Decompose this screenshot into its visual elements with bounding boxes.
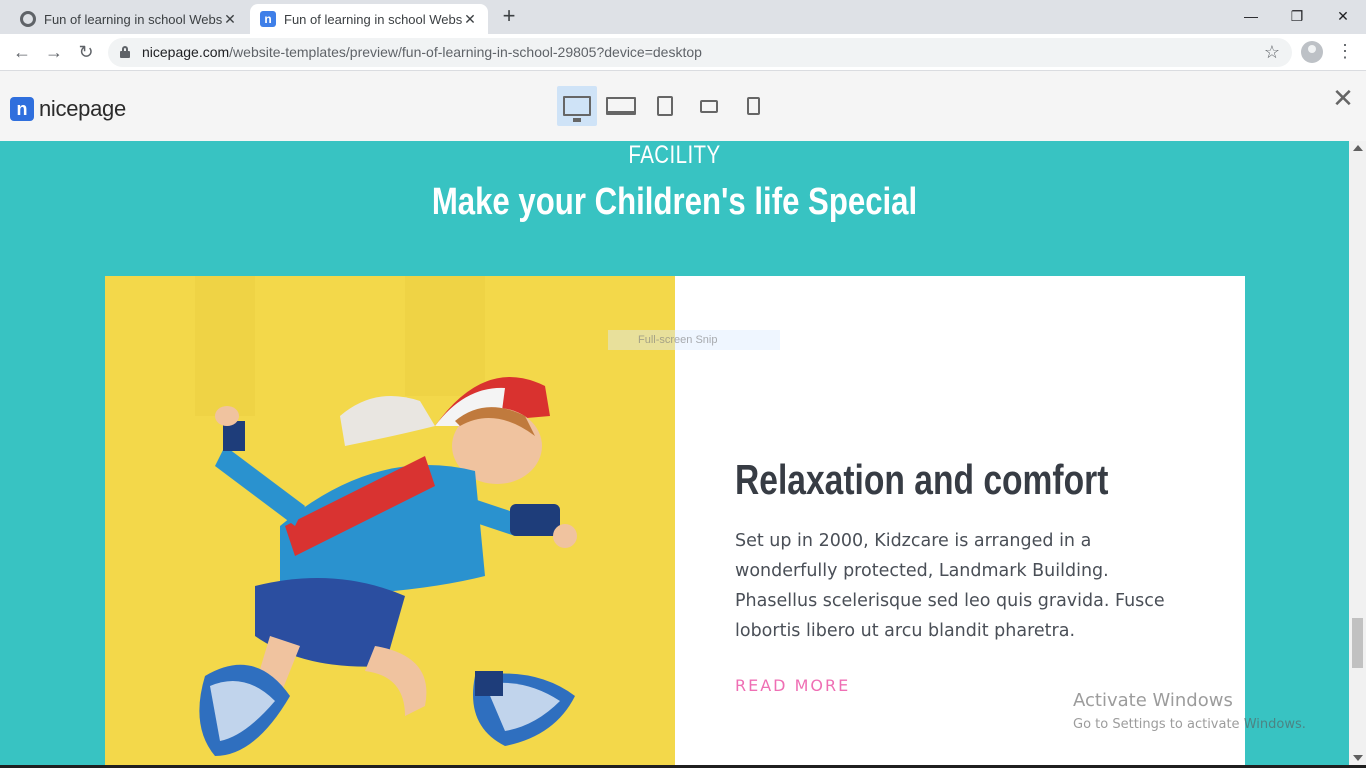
phone-icon xyxy=(746,97,760,115)
vertical-scrollbar[interactable] xyxy=(1349,141,1366,768)
scroll-down-icon[interactable] xyxy=(1353,755,1363,761)
scroll-up-icon[interactable] xyxy=(1353,145,1363,151)
device-laptop-button[interactable] xyxy=(601,86,641,126)
nicepage-logo[interactable]: n nicepage xyxy=(10,96,126,122)
tab-close-icon[interactable]: ✕ xyxy=(222,11,238,27)
url-domain: nicepage.com xyxy=(142,44,230,60)
tab-active[interactable]: n Fun of learning in school Website ✕ xyxy=(250,4,488,34)
desktop-icon xyxy=(563,96,591,122)
device-tablet-button[interactable] xyxy=(645,86,685,126)
device-phone-button[interactable] xyxy=(733,86,773,126)
browser-toolbar: ← → ↻ nicepage.com/website-templates/pre… xyxy=(0,34,1366,71)
section-kicker: FACILITY xyxy=(628,141,721,169)
card-heading: Relaxation and comfort xyxy=(735,456,1109,503)
tab-close-icon[interactable]: ✕ xyxy=(462,11,478,27)
tab-title: Fun of learning in school Website xyxy=(44,11,222,27)
globe-icon xyxy=(20,11,36,27)
new-tab-button[interactable]: + xyxy=(498,5,520,28)
boy-illustration xyxy=(195,276,577,756)
activate-windows-subtitle: Go to Settings to activate Windows. xyxy=(1073,717,1306,732)
tab-strip: Fun of learning in school Website ✕ n Fu… xyxy=(0,0,1366,34)
read-more-link[interactable]: READ MORE xyxy=(735,676,850,695)
nicepage-logo-mark: n xyxy=(10,97,34,121)
close-preview-icon[interactable]: ✕ xyxy=(1331,85,1355,111)
maximize-button[interactable]: ❐ xyxy=(1274,0,1320,32)
profile-avatar-icon[interactable] xyxy=(1301,41,1323,63)
activate-windows-title: Activate Windows xyxy=(1073,690,1233,711)
lock-icon xyxy=(120,46,130,58)
card-text: Relaxation and comfort Set up in 2000, K… xyxy=(735,456,1195,696)
reload-icon[interactable]: ↻ xyxy=(74,40,98,64)
activate-windows-watermark: Activate Windows Go to Settings to activ… xyxy=(1073,690,1306,732)
boy-jumping-image xyxy=(105,276,675,768)
page-viewport: FACILITY Make your Children's life Speci… xyxy=(0,141,1349,768)
full-screen-snip-overlay: Full-screen Snip xyxy=(608,330,780,350)
tab-title: Fun of learning in school Website xyxy=(284,11,462,27)
scroll-thumb[interactable] xyxy=(1352,618,1363,668)
tab-inactive[interactable]: Fun of learning in school Website ✕ xyxy=(10,4,248,34)
card-body: Set up in 2000, Kidzcare is arranged in … xyxy=(735,531,1165,641)
tablet-icon xyxy=(657,96,673,116)
url-path: /website-templates/preview/fun-of-learni… xyxy=(229,44,702,60)
section-title: Make your Children's life Special xyxy=(431,181,918,223)
url-text: nicepage.com/website-templates/preview/f… xyxy=(142,44,702,60)
address-bar[interactable]: nicepage.com/website-templates/preview/f… xyxy=(108,38,1292,67)
device-tablet-landscape-button[interactable] xyxy=(689,86,729,126)
preview-header: n nicepage xyxy=(0,71,1366,141)
laptop-icon xyxy=(606,97,636,115)
tablet-landscape-icon xyxy=(700,99,718,113)
back-icon[interactable]: ← xyxy=(10,40,34,64)
bookmark-star-icon[interactable]: ☆ xyxy=(1264,42,1280,63)
nicepage-logo-text: nicepage xyxy=(39,96,126,121)
device-desktop-button[interactable] xyxy=(557,86,597,126)
menu-icon[interactable]: ⋮ xyxy=(1336,40,1354,64)
nicepage-favicon-icon: n xyxy=(260,11,276,27)
close-window-button[interactable]: ✕ xyxy=(1320,0,1366,32)
forward-icon[interactable]: → xyxy=(42,40,66,64)
minimize-button[interactable]: — xyxy=(1228,0,1274,32)
